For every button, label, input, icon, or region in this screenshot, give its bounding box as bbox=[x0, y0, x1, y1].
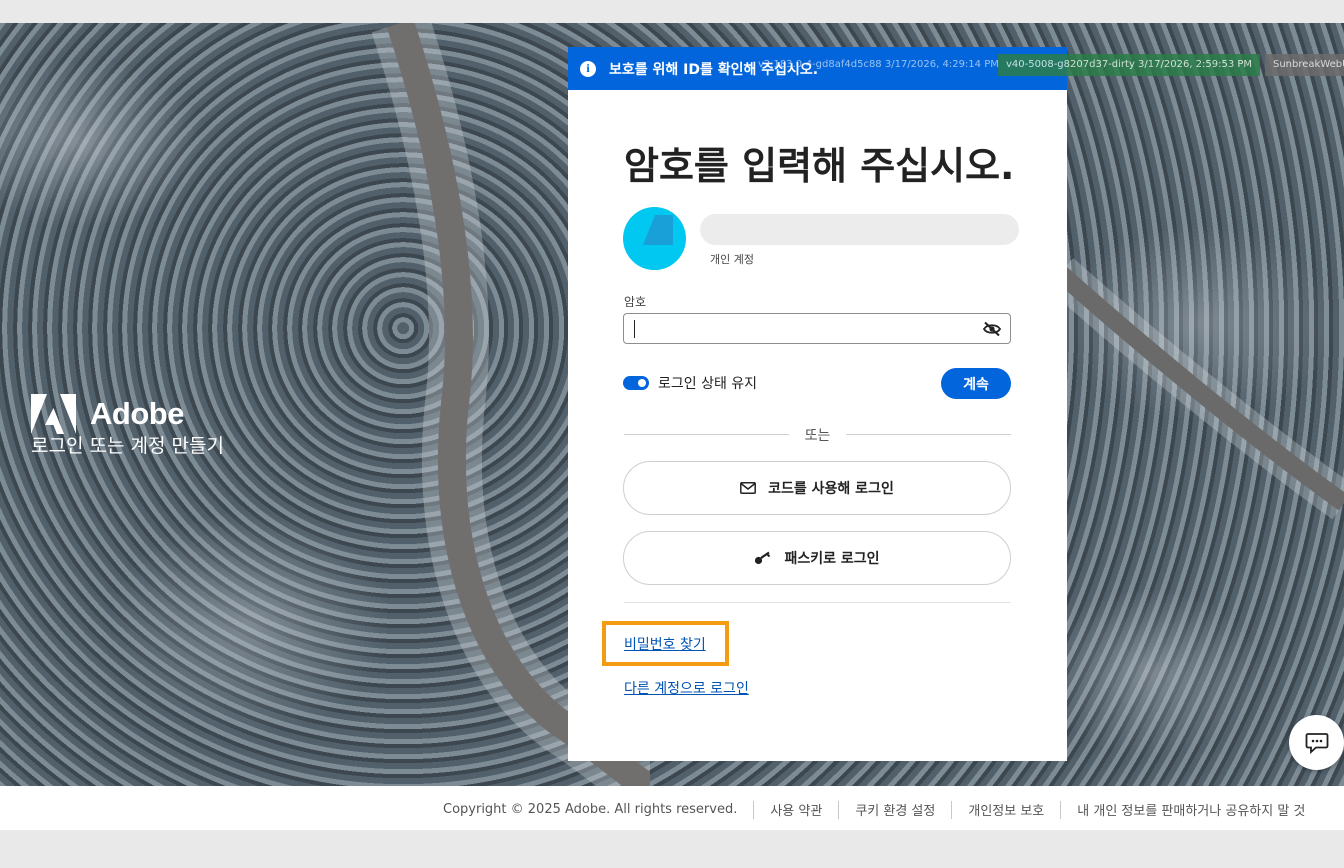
forgot-password-link[interactable]: 비밀번호 찾기 bbox=[624, 634, 706, 654]
footer-link-privacy[interactable]: 개인정보 보호 bbox=[968, 800, 1044, 819]
keep-signed-in-row: 로그인 상태 유지 bbox=[623, 373, 757, 393]
sign-in-card: i 보호를 위해 ID를 확인해 주십시오. 암호를 입력해 주십시오. 개인 … bbox=[568, 47, 1067, 761]
footer-link-terms[interactable]: 사용 약관 bbox=[770, 800, 822, 819]
footer-link-do-not-sell[interactable]: 내 개인 정보를 판매하거나 공유하지 말 것 bbox=[1077, 800, 1305, 819]
keep-signed-in-label: 로그인 상태 유지 bbox=[658, 376, 758, 392]
section-divider bbox=[624, 602, 1011, 603]
page-title: 암호를 입력해 주십시오. bbox=[624, 144, 1015, 188]
or-label: 또는 bbox=[804, 428, 831, 444]
copyright-text: Copyright © 2025 Adobe. All rights reser… bbox=[443, 802, 738, 817]
code-login-button[interactable]: 코드를 사용해 로그인 bbox=[623, 461, 1011, 515]
avatar-shape-icon bbox=[631, 215, 673, 270]
chat-button[interactable] bbox=[1289, 715, 1344, 770]
other-account-link[interactable]: 다른 계정으로 로그인 bbox=[624, 678, 749, 698]
debug-build-label: v2.183.0-4-gd8af4d5c88 3/17/2026, 4:29:1… bbox=[758, 59, 999, 70]
or-divider: 또는 bbox=[624, 425, 1011, 445]
password-label: 암호 bbox=[624, 295, 647, 309]
info-icon: i bbox=[580, 60, 596, 77]
account-type: 개인 계정 bbox=[710, 253, 754, 266]
adobe-logo-icon bbox=[31, 394, 76, 434]
continue-button[interactable]: 계속 bbox=[941, 368, 1011, 399]
debug-app-badge: SunbreakWebUI bbox=[1265, 54, 1344, 76]
code-login-label: 코드를 사용해 로그인 bbox=[768, 481, 894, 497]
chat-bubble-icon bbox=[1305, 732, 1328, 754]
keep-signed-in-toggle[interactable] bbox=[623, 376, 649, 390]
key-icon bbox=[754, 551, 772, 565]
password-input[interactable] bbox=[623, 313, 1011, 344]
footer: Copyright © 2025 Adobe. All rights reser… bbox=[0, 786, 1344, 830]
brand-name: Adobe bbox=[90, 396, 184, 431]
passkey-login-label: 패스키로 로그인 bbox=[784, 551, 880, 567]
page: Adobe 로그인 또는 계정 만들기 i 보호를 위해 ID를 확인해 주십시… bbox=[0, 0, 1344, 868]
brand-tagline: 로그인 또는 계정 만들기 bbox=[31, 435, 224, 457]
email-placeholder-redacted bbox=[700, 214, 1019, 245]
passkey-login-button[interactable]: 패스키로 로그인 bbox=[623, 531, 1011, 585]
eye-hidden-icon[interactable] bbox=[982, 321, 1002, 341]
footer-link-cookies[interactable]: 쿠키 환경 설정 bbox=[855, 800, 935, 819]
brand-block: Adobe 로그인 또는 계정 만들기 bbox=[31, 394, 224, 458]
debug-build-badge: v40-5008-g8207d37-dirty 3/17/2026, 2:59:… bbox=[998, 54, 1261, 76]
mail-icon bbox=[740, 482, 757, 494]
avatar bbox=[623, 207, 686, 270]
text-caret bbox=[634, 320, 635, 338]
